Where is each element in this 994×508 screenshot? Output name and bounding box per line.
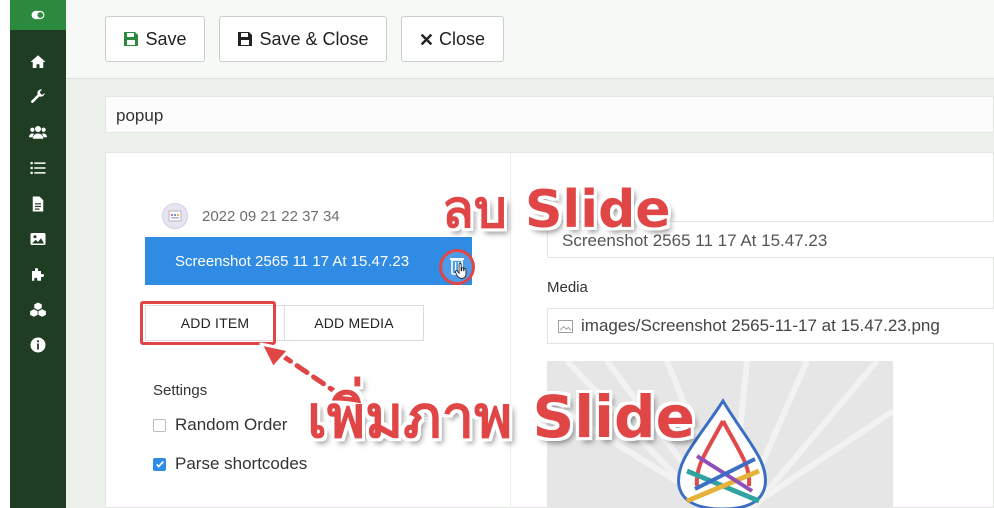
media-path-text: images/Screenshot 2565-11-17 at 15.47.23… <box>581 316 940 335</box>
parse-shortcodes-option[interactable]: Parse shortcodes <box>153 454 307 474</box>
slide-thumbnail <box>162 203 188 229</box>
toolbar <box>66 0 994 79</box>
media-path-input[interactable]: images/Screenshot 2565-11-17 at 15.47.23… <box>547 308 994 344</box>
random-order-checkbox[interactable] <box>153 418 166 432</box>
add-item-highlight <box>140 301 276 345</box>
home-icon <box>30 55 46 68</box>
save-button[interactable]: Save <box>105 16 205 62</box>
image-icon <box>558 319 573 333</box>
image-icon <box>30 233 46 245</box>
save-close-label: Save & Close <box>259 28 369 49</box>
sidebar-item-users[interactable] <box>10 117 66 147</box>
add-slide-annotation: เพิ่มภาพ Slide <box>307 383 695 451</box>
sidebar-item-help[interactable] <box>10 330 66 360</box>
checkmark-icon <box>155 460 164 468</box>
sidebar-item-media[interactable] <box>10 224 66 254</box>
sidebar-item-components[interactable] <box>10 295 66 325</box>
parse-shortcodes-checkbox[interactable] <box>153 457 166 471</box>
module-title-input[interactable]: popup <box>105 96 994 133</box>
close-label: Close <box>438 28 486 49</box>
hand-cursor-icon <box>455 263 467 279</box>
toggle-icon <box>31 10 45 20</box>
delete-slide-annotation: ลบ Slide <box>442 180 671 240</box>
close-button[interactable]: Close <box>401 16 504 62</box>
sidebar-item-content[interactable] <box>10 189 66 219</box>
close-icon <box>420 33 433 45</box>
puzzle-icon <box>32 268 44 281</box>
slide-list-item[interactable]: 2022 09 21 22 37 34 <box>162 203 340 229</box>
parse-shortcodes-label: Parse shortcodes <box>175 454 308 473</box>
media-label: Media <box>547 279 588 296</box>
toggle-menu-button[interactable] <box>10 0 66 30</box>
save-label: Save <box>145 28 187 49</box>
sidebar <box>10 0 66 508</box>
info-icon <box>30 337 46 353</box>
wrench-icon <box>31 89 45 103</box>
slide-list-item-selected[interactable]: Screenshot 2565 11 17 At 15.47.23 <box>145 237 472 285</box>
sidebar-item-system[interactable] <box>10 82 66 112</box>
file-icon <box>32 196 44 212</box>
floppy-disk-icon <box>124 32 139 46</box>
app-frame: Save Save & Close Close popup 2022 09 21… <box>10 0 994 508</box>
cubes-icon <box>30 302 46 317</box>
sidebar-item-home[interactable] <box>10 47 66 77</box>
delete-slide-button[interactable] <box>439 249 475 285</box>
users-icon <box>29 126 47 139</box>
sidebar-item-menus[interactable] <box>10 153 66 183</box>
add-media-button[interactable]: ADD MEDIA <box>284 306 423 340</box>
save-and-close-button[interactable]: Save & Close <box>219 16 387 62</box>
slide-item-label: 2022 09 21 22 37 34 <box>202 207 340 225</box>
list-icon <box>30 162 46 174</box>
settings-heading: Settings <box>153 382 208 399</box>
sidebar-item-extensions[interactable] <box>10 259 66 289</box>
floppy-disk-icon <box>238 32 253 46</box>
slide-item-label: Screenshot 2565 11 17 At 15.47.23 <box>175 252 410 270</box>
